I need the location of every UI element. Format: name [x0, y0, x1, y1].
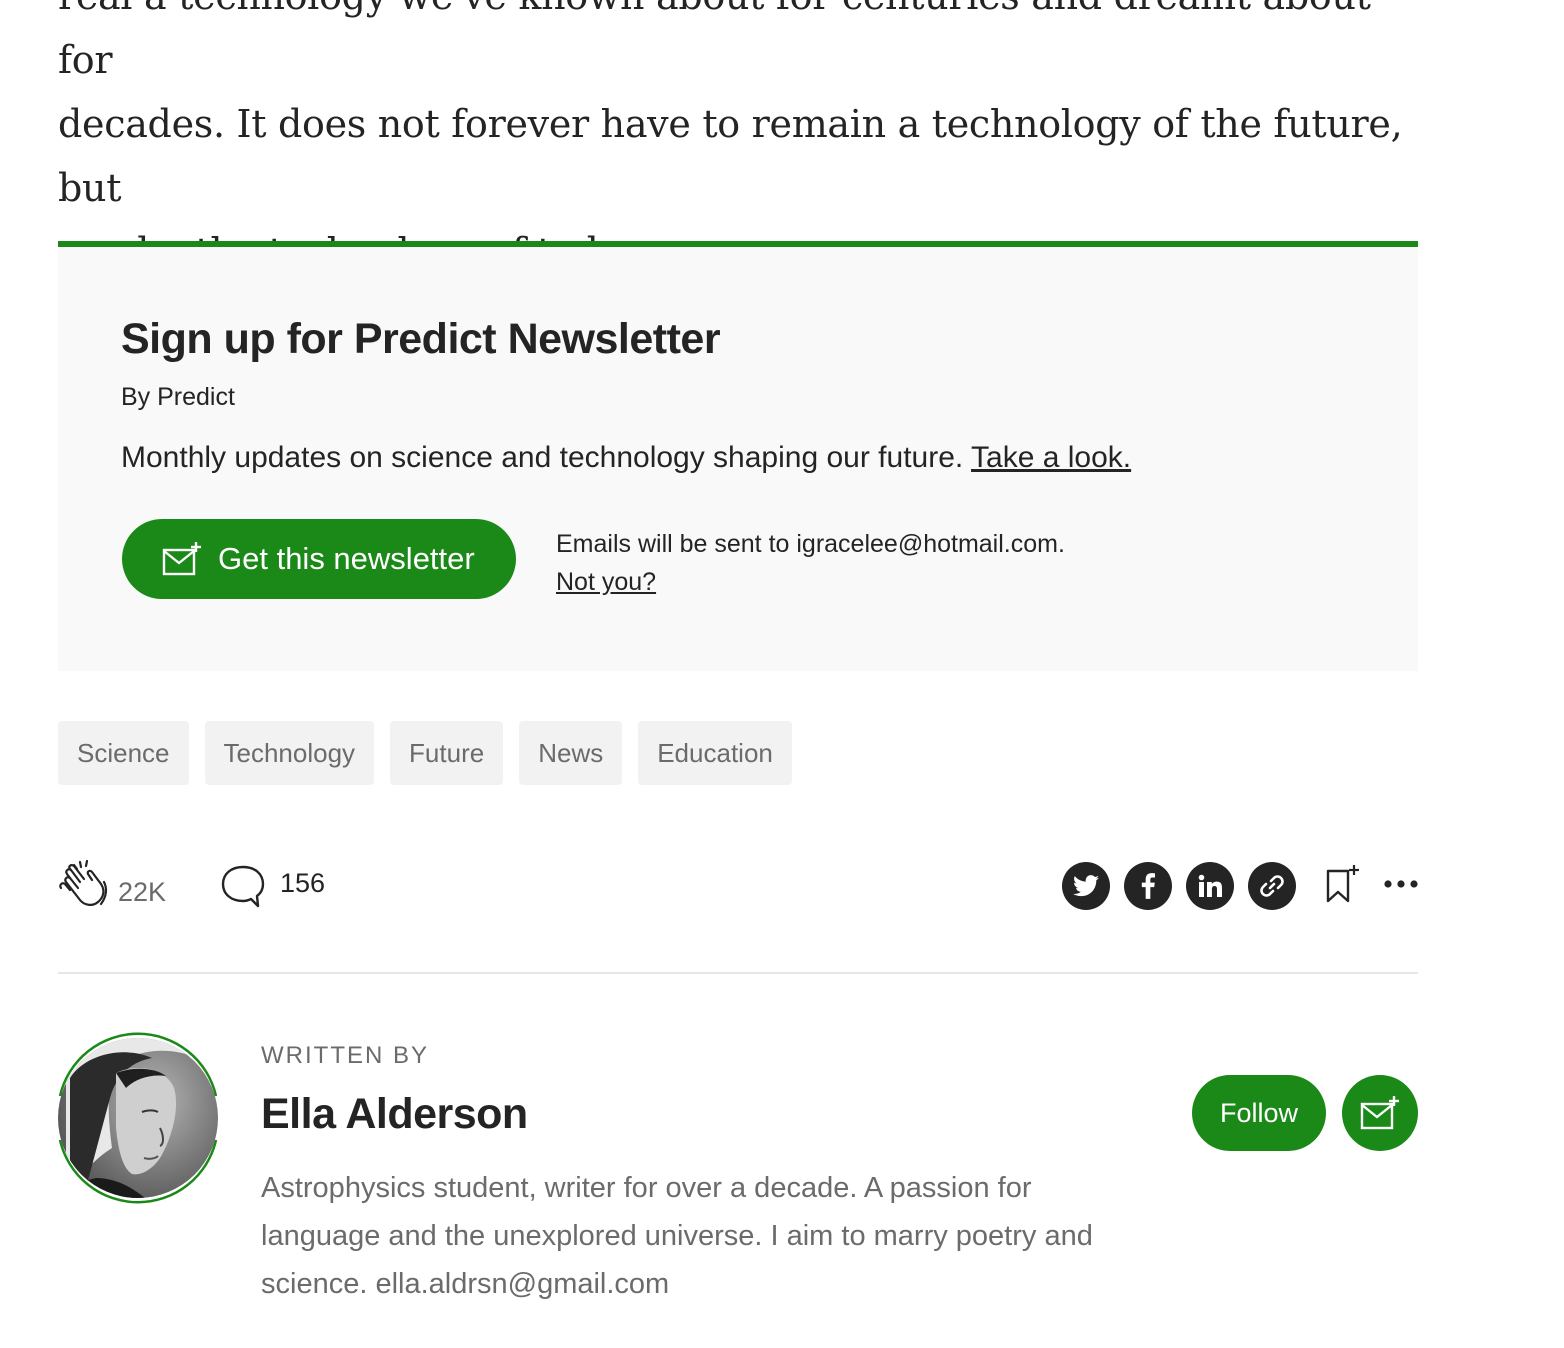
clap-icon — [59, 860, 108, 906]
get-newsletter-button[interactable]: Get this newsletter — [122, 519, 516, 599]
twitter-icon — [1073, 875, 1099, 897]
newsletter-card: Sign up for Predict Newsletter By Predic… — [58, 241, 1418, 671]
facebook-icon — [1141, 873, 1155, 899]
newsletter-email-note: Emails will be sent to igracelee@hotmail… — [556, 525, 1065, 601]
clap-button[interactable]: 22K — [58, 860, 166, 914]
link-icon — [1260, 875, 1284, 897]
newsletter-title: Sign up for Predict Newsletter — [121, 315, 721, 363]
tag-education[interactable]: Education — [638, 721, 792, 785]
mail-plus-icon — [1360, 1096, 1399, 1130]
comment-bubble-icon — [221, 865, 265, 908]
bookmark-button[interactable] — [1324, 863, 1362, 910]
tag-technology[interactable]: Technology — [204, 721, 375, 785]
tag-list: Science Technology Future News Education — [58, 721, 792, 785]
avatar-image — [58, 1032, 218, 1204]
subscribe-author-button[interactable] — [1342, 1075, 1418, 1151]
share-linkedin-button[interactable] — [1186, 862, 1234, 910]
tag-science[interactable]: Science — [58, 721, 189, 785]
share-actions — [1062, 862, 1418, 910]
article-actions-bar: 22K 156 — [58, 858, 1418, 918]
response-count: 156 — [280, 867, 326, 898]
linkedin-icon — [1198, 874, 1222, 897]
author-avatar[interactable] — [56, 1028, 220, 1208]
clap-count: 22K — [118, 876, 167, 907]
newsletter-description-text: Monthly updates on science and technolog… — [121, 441, 964, 474]
share-twitter-button[interactable] — [1062, 862, 1110, 910]
written-by-label: WRITTEN BY — [261, 1042, 429, 1069]
email-note-text: Emails will be sent to igracelee@hotmail… — [556, 530, 1065, 558]
newsletter-publisher: By Predict — [121, 383, 235, 411]
author-bio: Astrophysics student, writer for over a … — [261, 1172, 1093, 1300]
copy-link-button[interactable] — [1248, 862, 1296, 910]
share-facebook-button[interactable] — [1124, 862, 1172, 910]
mail-plus-icon — [162, 542, 201, 576]
bookmark-plus-icon — [1326, 864, 1359, 902]
responses-button[interactable]: 156 — [220, 864, 325, 910]
more-options-button[interactable] — [1384, 877, 1418, 895]
not-you-link[interactable]: Not you? — [556, 563, 1065, 601]
more-horizontal-icon — [1384, 880, 1418, 888]
section-divider — [58, 972, 1418, 974]
tag-future[interactable]: Future — [390, 721, 504, 785]
article-line: real a technology we've known about for … — [58, 0, 1371, 82]
take-a-look-link[interactable]: Take a look. — [971, 441, 1131, 474]
newsletter-description: Monthly updates on science and technolog… — [121, 441, 1131, 475]
get-newsletter-label: Get this newsletter — [218, 541, 475, 576]
author-name[interactable]: Ella Alderson — [261, 1090, 528, 1139]
tag-news[interactable]: News — [519, 721, 623, 785]
article-line: decades. It does not forever have to rem… — [58, 102, 1403, 210]
follow-button[interactable]: Follow — [1192, 1075, 1326, 1151]
